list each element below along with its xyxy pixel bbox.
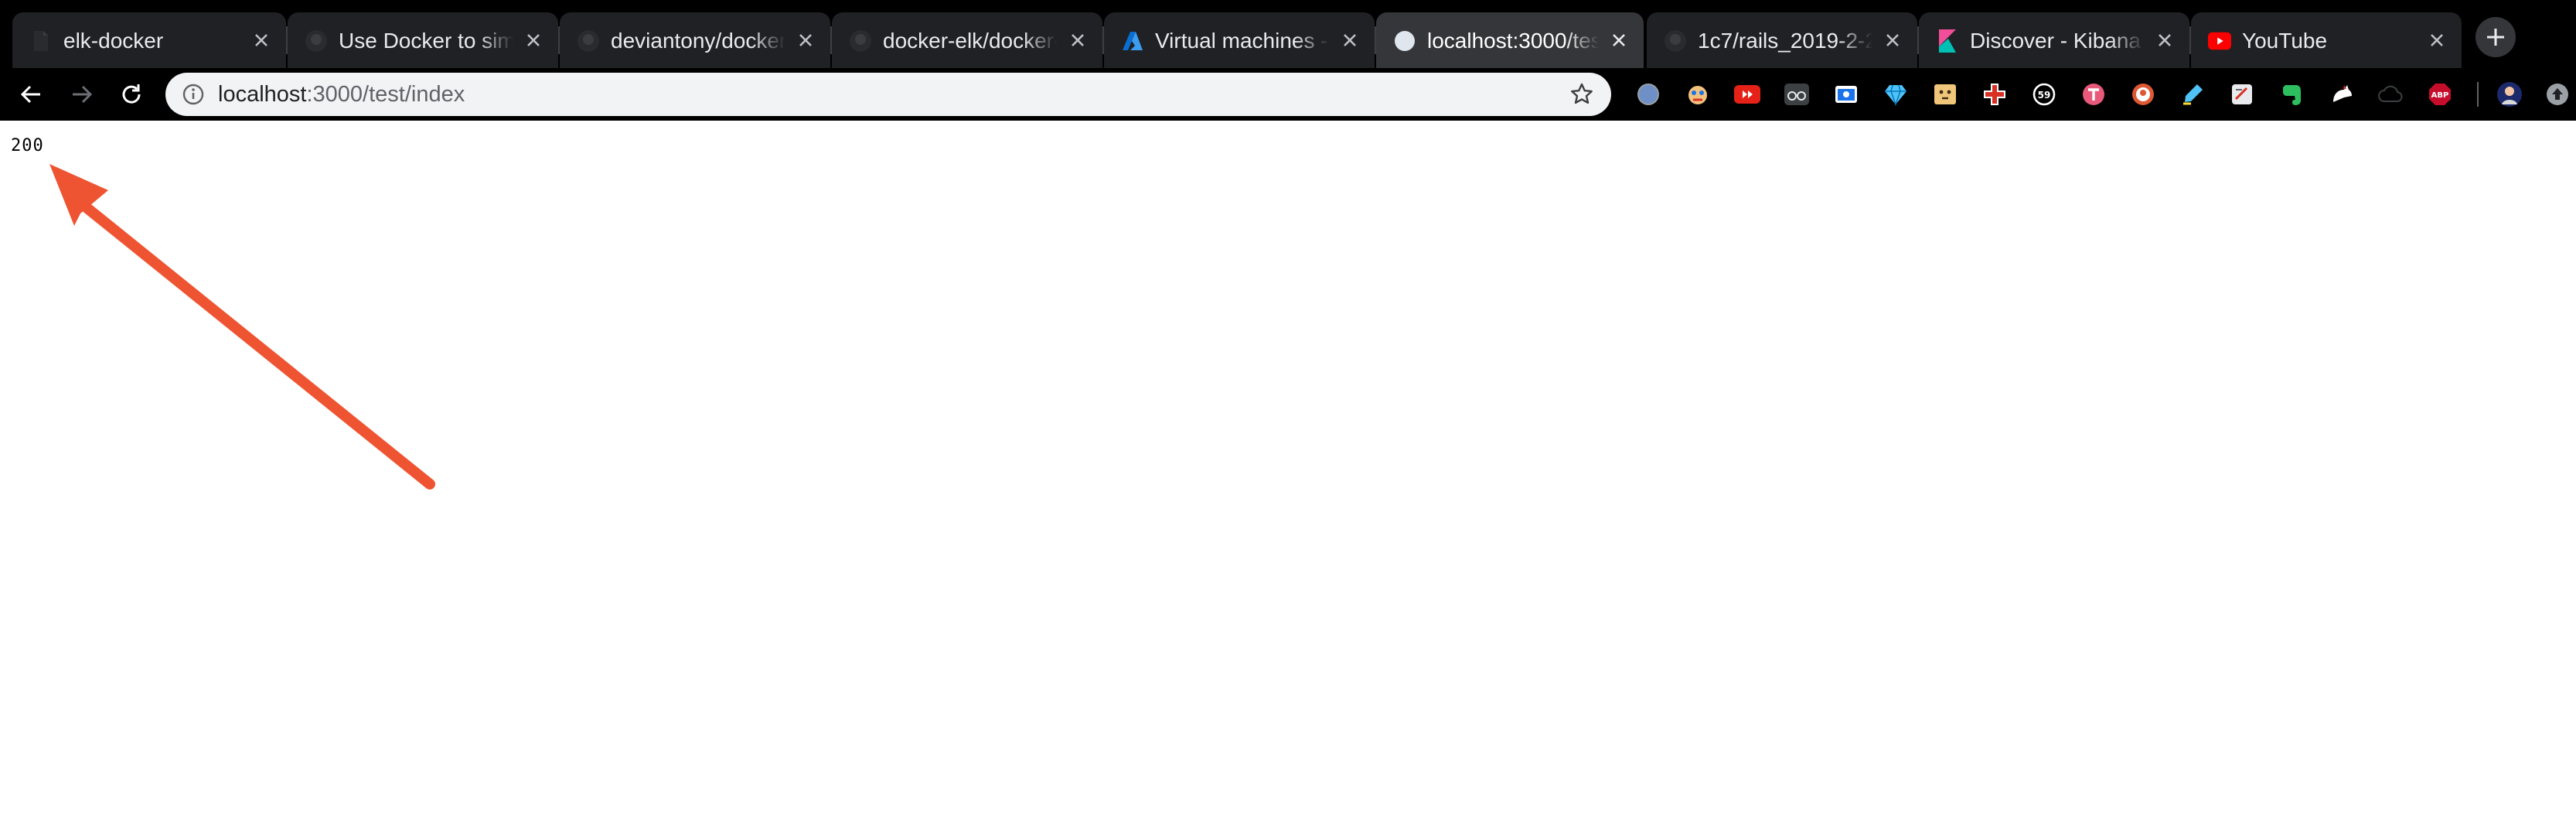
tab-title: Discover - Kibana [1970, 29, 2141, 53]
tab-deviantony[interactable]: deviantony/docker- [560, 12, 832, 68]
github-icon [1664, 29, 1687, 53]
tab-rails[interactable]: 1c7/rails_2019-2-20 [1647, 12, 1919, 68]
github-icon [577, 29, 600, 53]
close-icon[interactable] [1608, 29, 1630, 51]
globe-icon [1393, 29, 1416, 53]
response-body-text: 200 [11, 136, 44, 155]
tab-elk-docker[interactable]: elk-docker [12, 12, 288, 68]
reload-icon [122, 84, 141, 104]
tab-kibana[interactable]: Discover - Kibana [1919, 12, 2191, 68]
tab-title: 1c7/rails_2019-2-20 [1698, 29, 1872, 53]
close-icon[interactable] [1882, 29, 1903, 51]
kibana-icon [1936, 29, 1959, 53]
url-host: localhost [218, 82, 307, 107]
close-icon[interactable] [1339, 29, 1361, 51]
reload-button[interactable] [114, 77, 148, 111]
close-icon[interactable] [250, 29, 272, 51]
tab-virtual-machines[interactable]: Virtual machines - N [1104, 12, 1376, 68]
rooster-ext-icon[interactable] [2327, 80, 2355, 108]
glasses-ext-icon[interactable] [1783, 80, 1811, 108]
tab-localhost[interactable]: localhost:3000/test [1376, 12, 1644, 68]
tab-youtube[interactable]: YouTube [2191, 12, 2462, 68]
youtube-icon [2208, 29, 2231, 53]
diamond-ext-icon[interactable] [1882, 80, 1910, 108]
document-icon [29, 29, 53, 53]
url-path: :3000/test/index [306, 82, 465, 107]
close-icon[interactable] [2154, 29, 2176, 51]
azure-icon [1121, 29, 1144, 53]
arrow-right-icon [73, 85, 93, 104]
tab-strip: elk-docker Use Docker to simp deviantony… [0, 0, 2576, 68]
address-bar[interactable]: localhost:3000/test/index [165, 73, 1611, 116]
notes-ext-icon[interactable] [2228, 80, 2256, 108]
tab-docker-elk[interactable]: docker-elk/docker- [832, 12, 1104, 68]
tab-title: localhost:3000/test [1427, 29, 1599, 53]
svg-text:ABP: ABP [2431, 91, 2449, 100]
timer-ext-icon[interactable]: 59 [2030, 80, 2058, 108]
duckduckgo-ext-icon[interactable] [2129, 80, 2157, 108]
url-text[interactable]: localhost:3000/test/index [218, 81, 465, 108]
forward-button[interactable] [65, 77, 99, 111]
close-icon[interactable] [523, 29, 544, 51]
annotation-arrow-icon [49, 164, 435, 490]
new-tab-button[interactable] [2475, 17, 2516, 57]
github-icon [849, 29, 872, 53]
svg-text:59: 59 [2038, 90, 2051, 101]
close-icon[interactable] [1067, 29, 1089, 51]
circle-ext-icon[interactable] [1634, 80, 1662, 108]
tab-title: YouTube [2242, 29, 2328, 53]
back-button[interactable] [14, 77, 48, 111]
tab-title: elk-docker [63, 29, 164, 53]
update-icon[interactable] [2544, 80, 2571, 108]
youtube-ext-icon[interactable] [1733, 80, 1761, 108]
t-ext-icon[interactable] [2080, 80, 2107, 108]
info-icon[interactable] [182, 84, 204, 105]
github-icon [305, 29, 328, 53]
evernote-ext-icon[interactable] [2278, 80, 2305, 108]
tab-title: Use Docker to simp [339, 29, 513, 53]
avatar-icon[interactable] [2496, 80, 2523, 108]
arrow-left-icon [20, 85, 40, 104]
box-ext-icon[interactable] [1931, 80, 1959, 108]
dog-ext-icon[interactable] [1684, 80, 1712, 108]
tab-title: docker-elk/docker- [883, 29, 1058, 53]
abp-ext-icon[interactable]: ABP [2426, 80, 2454, 108]
screenshot-ext-icon[interactable] [1832, 80, 1860, 108]
close-icon[interactable] [795, 29, 816, 51]
toolbar-divider [2477, 82, 2479, 107]
plus-icon [2487, 29, 2504, 46]
medic-ext-icon[interactable] [1981, 80, 2009, 108]
tab-title: deviantony/docker- [611, 29, 785, 53]
cloud-ext-icon[interactable] [2377, 80, 2404, 108]
close-icon[interactable] [2426, 29, 2448, 51]
tab-use-docker[interactable]: Use Docker to simp [288, 12, 560, 68]
highlighter-ext-icon[interactable] [2179, 80, 2206, 108]
bookmark-star-icon[interactable] [1569, 82, 1594, 107]
tab-title: Virtual machines - N [1155, 29, 1330, 53]
browser-toolbar: localhost:3000/test/index 59 ABP [0, 68, 2576, 121]
